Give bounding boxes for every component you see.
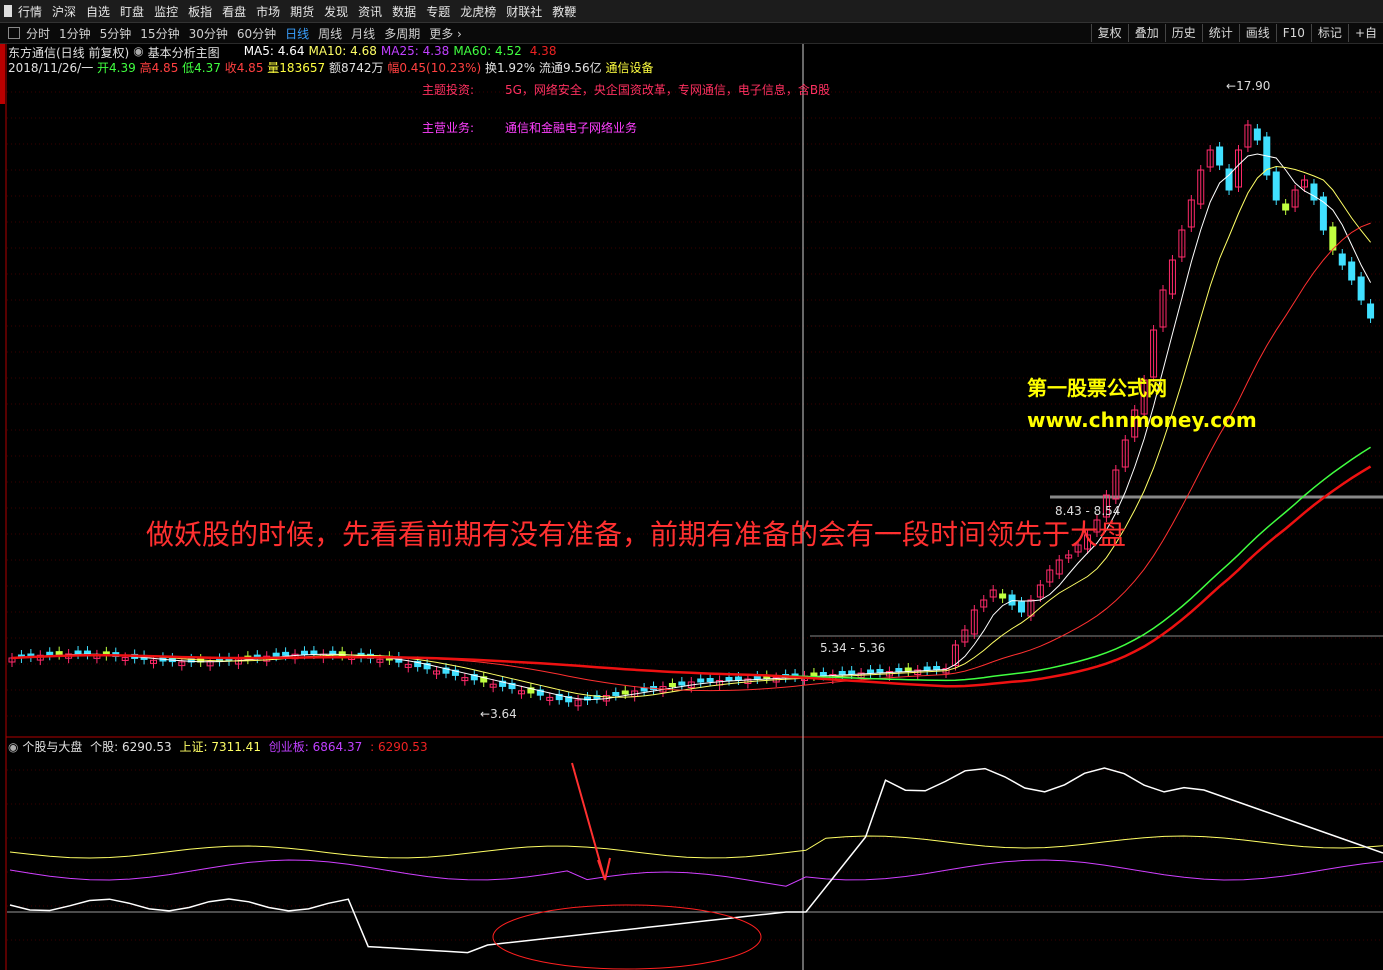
price-high-label: ←17.90: [1226, 79, 1271, 93]
band2-label: 8.43 - 8.54: [1055, 504, 1121, 518]
theme-label: 主题投资:: [422, 83, 475, 97]
sub-chart-header: ◉ 个股与大盘 个股: 6290.53 上证: 7311.41 创业板: 686…: [8, 738, 428, 755]
candle-body: [706, 678, 714, 682]
candle-body: [1216, 146, 1224, 166]
quote-close: 收4.85: [224, 61, 264, 75]
quote-low: 低4.37: [182, 61, 221, 75]
candle-body: [867, 669, 875, 674]
candle-body: [640, 687, 648, 692]
candle-body: [810, 672, 818, 677]
quote-date: 2018/11/26/一: [8, 61, 94, 75]
quote-float: 流通9.56亿: [538, 61, 602, 75]
candle-body: [923, 666, 931, 671]
annotation-text: 做妖股的时候，先看看前期有没有准备，前期有准备的会有一段时间领先于大盘: [146, 518, 1127, 551]
watermark-url: www.chnmoney.com: [1027, 408, 1257, 432]
candle-body: [272, 652, 280, 657]
candle-body: [1338, 253, 1346, 266]
quote-volume: 量183657: [267, 61, 326, 75]
quote-turnover: 换1.92%: [484, 61, 536, 75]
candle-body: [310, 650, 318, 655]
quote-line: 2018/11/26/一 开4.39 高4.85 低4.37 收4.85 量18…: [8, 59, 654, 76]
candle-body: [753, 675, 761, 680]
candle-body: [300, 650, 308, 655]
sub-cyb-value: 创业板: 6864.37: [268, 740, 363, 754]
sub-sh-value: 上证: 7311.41: [179, 740, 261, 754]
candle-body: [612, 692, 620, 696]
highlight-ellipse: [492, 904, 762, 970]
candle-body: [697, 678, 705, 683]
candle-body: [46, 651, 54, 656]
sub-extra-value: : 6290.53: [370, 740, 428, 754]
ma25-line: [11, 222, 1371, 692]
candle-body: [55, 651, 63, 656]
candle-body: [725, 677, 733, 681]
candle-body: [876, 669, 884, 673]
candle-body: [1008, 594, 1016, 606]
dropdown-circle-icon[interactable]: ◉: [8, 740, 18, 754]
candle-body: [74, 650, 82, 655]
candle-body: [1367, 303, 1375, 319]
candle-body: [668, 683, 676, 687]
candle-body: [904, 667, 912, 672]
sub-cyb-line: [9, 859, 1383, 887]
candle-body: [621, 690, 629, 695]
business-label: 主营业务:: [422, 121, 475, 135]
watermark-name: 第一股票公式网: [1027, 376, 1167, 400]
band1-label: 5.34 - 5.36: [820, 641, 886, 655]
business-value: 通信和金融电子网络业务: [505, 121, 638, 135]
price-high-value: 17.90: [1236, 79, 1271, 93]
candle-body: [819, 672, 827, 676]
candle-body: [1272, 171, 1280, 201]
candle-body: [838, 671, 846, 675]
chart-canvas[interactable]: [0, 0, 1383, 970]
sub-sh-line: [9, 835, 1383, 859]
quote-industry[interactable]: 通信设备: [606, 61, 654, 75]
sub-stock-value: 个股: 6290.53: [90, 740, 172, 754]
price-low-value: 3.64: [490, 707, 517, 721]
theme-value: 5G，网络安全，央企国资改革，专网通信，电子信息，含B股: [505, 83, 831, 97]
quote-change: 幅0.45(10.23%): [387, 61, 482, 75]
sub-stock-line: [9, 767, 1383, 954]
quote-high: 高4.85: [139, 61, 179, 75]
candle-body: [734, 676, 742, 681]
ma-red-line: [11, 465, 1372, 688]
candle-body: [933, 666, 941, 670]
sub-indicator-name[interactable]: 个股与大盘: [22, 740, 82, 754]
quote-open: 开4.39: [97, 61, 136, 75]
candle-body: [1282, 203, 1290, 211]
candle-body: [1357, 276, 1365, 301]
candle-body: [1253, 128, 1261, 141]
candle-body: [678, 681, 686, 686]
candle-body: [895, 668, 903, 672]
candle-body: [848, 670, 856, 675]
candle-body: [1017, 601, 1025, 613]
candle-body: [282, 651, 290, 656]
quote-amount: 额8742万: [328, 61, 384, 75]
price-low-label: ←3.64: [480, 707, 517, 721]
arrow-annotation: [571, 762, 611, 881]
candle-body: [1348, 261, 1356, 281]
candle-body: [999, 593, 1007, 599]
